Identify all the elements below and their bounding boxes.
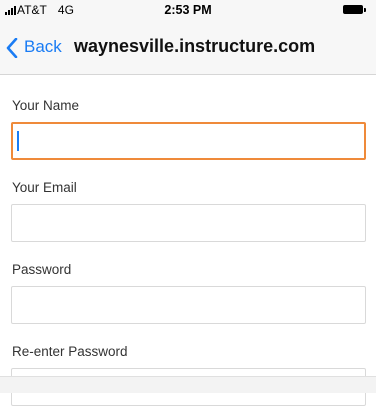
email-label: Your Email: [12, 180, 77, 195]
email-field[interactable]: [11, 204, 366, 242]
status-bar: AT&T 4G 2:53 PM: [0, 0, 376, 20]
chevron-left-icon: [6, 38, 18, 58]
battery-icon: [343, 5, 363, 14]
name-label: Your Name: [12, 98, 80, 113]
password-field[interactable]: [11, 286, 366, 324]
name-field[interactable]: [11, 122, 366, 160]
navigation-bar: Back waynesville.instructure.com: [0, 20, 376, 75]
page-title: waynesville.instructure.com: [74, 36, 316, 56]
keyboard-accessory-bar: [0, 376, 376, 393]
confirm-password-label: Re-enter Password: [12, 344, 128, 359]
status-time: 2:53 PM: [164, 3, 212, 17]
back-label: Back: [24, 37, 62, 56]
password-label: Password: [12, 262, 72, 277]
battery-cap: [364, 8, 366, 12]
text-cursor: [17, 131, 19, 151]
